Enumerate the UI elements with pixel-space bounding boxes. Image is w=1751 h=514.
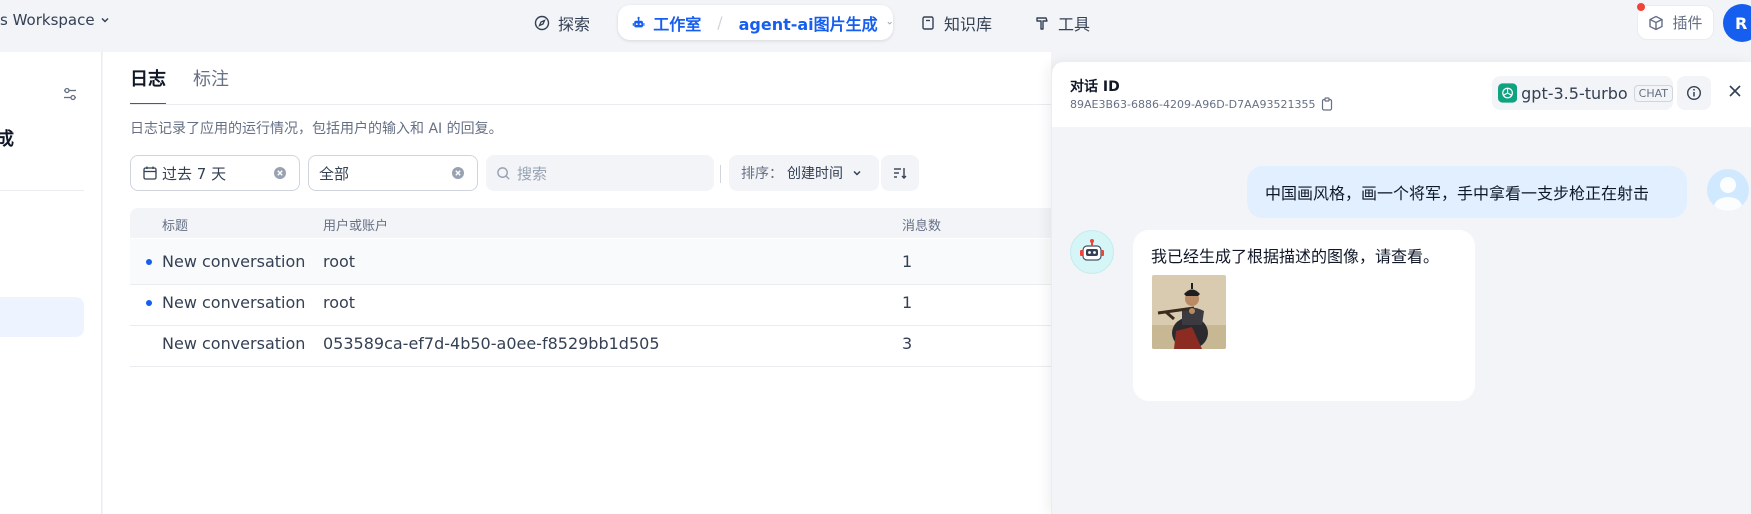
unread-dot <box>146 300 152 306</box>
bot-message: 我已经生成了根据描述的图像，请查看。 <box>1133 230 1475 401</box>
sort-select[interactable]: 排序： 创建时间 <box>729 155 879 191</box>
user-avatar[interactable]: R <box>1723 4 1751 42</box>
date-filter-value: 过去 7 天 <box>162 164 227 183</box>
plugin-label: 插件 <box>1672 14 1703 32</box>
book-icon <box>922 16 934 30</box>
unread-dot <box>146 259 152 265</box>
nav-knowledge[interactable]: 知识库 <box>920 8 992 38</box>
date-filter[interactable]: 过去 7 天 <box>130 155 300 191</box>
chat-area: 中国画风格，画一个将军，手中拿看一支步枪正在射击 我已经生成了根据描述的图像，请… <box>1052 127 1751 514</box>
bot-avatar-icon <box>1070 230 1114 274</box>
column-header-messages: 消息数 <box>902 219 942 234</box>
chevron-down-icon <box>101 17 109 23</box>
conversation-drawer: 对话 ID 89AE3B63-6886-4209-A96D-D7AA935213… <box>1051 62 1751 514</box>
tabs: 日志 标注 <box>130 52 229 105</box>
info-icon <box>1686 85 1702 101</box>
column-header-title: 标题 <box>162 219 189 234</box>
row-message-count: 1 <box>902 293 913 312</box>
robot-icon <box>632 16 645 27</box>
search-input[interactable]: 搜索 <box>486 155 714 191</box>
cube-icon <box>1649 15 1664 30</box>
sidebar-item-logs[interactable] <box>0 297 84 337</box>
row-title: New conversation <box>162 334 306 353</box>
row-user: root <box>323 252 356 271</box>
generated-image[interactable] <box>1152 275 1226 349</box>
clear-icon[interactable] <box>273 166 287 180</box>
sort-label: 排序： <box>741 166 783 182</box>
calendar-icon <box>143 166 157 180</box>
sort-direction-button[interactable] <box>881 155 919 191</box>
status-filter-value: 全部 <box>319 164 350 183</box>
conversation-id-value: 89AE3B63-6886-4209-A96D-D7AA93521355 <box>1070 97 1316 111</box>
row-user: 053589ca-ef7d-4b50-a0ee-f8529bb1d505 <box>323 334 660 353</box>
search-icon <box>497 166 510 180</box>
row-title: New conversation <box>162 293 306 312</box>
chevron-down-icon[interactable] <box>886 18 893 28</box>
row-user: root <box>323 293 356 312</box>
conversation-id: 89AE3B63-6886-4209-A96D-D7AA93521355 <box>1070 97 1333 111</box>
bot-message-text: 我已经生成了根据描述的图像，请查看。 <box>1151 247 1440 266</box>
status-filter[interactable]: 全部 <box>308 155 478 191</box>
nav-tools[interactable]: 工具 <box>1034 8 1090 38</box>
top-bar: s Workspace 探索 工作室 / agent-ai图片生成 知识库 工具… <box>0 0 1751 46</box>
app-sidebar: 成 <box>0 52 102 514</box>
sort-descending-icon <box>894 168 907 179</box>
nav-explore[interactable]: 探索 <box>534 8 590 38</box>
current-app-name[interactable]: agent-ai图片生成 <box>739 11 878 35</box>
table-row[interactable]: New conversation 053589ca-ef7d-4b50-a0ee… <box>130 321 1051 367</box>
tab-logs[interactable]: 日志 <box>130 52 166 105</box>
clear-icon[interactable] <box>451 166 465 180</box>
chevron-down-icon <box>853 170 861 176</box>
nav-explore-label: 探索 <box>558 15 591 34</box>
hammer-icon <box>1036 17 1048 30</box>
user-message: 中国画风格，画一个将军，手中拿看一支步枪正在射击 <box>1247 166 1687 218</box>
nav-studio[interactable]: 工作室 / agent-ai图片生成 <box>618 5 893 40</box>
plugin-button[interactable]: 插件 <box>1637 5 1714 40</box>
tabs-divider <box>130 104 1051 105</box>
model-info-button[interactable] <box>1677 76 1711 110</box>
column-header-user: 用户或账户 <box>323 219 389 234</box>
workspace-switcher[interactable]: s Workspace <box>0 11 111 29</box>
user-message-text: 中国画风格，画一个将军，手中拿看一支步枪正在射击 <box>1265 184 1650 203</box>
nav-studio-label: 工作室 <box>653 14 702 34</box>
copy-icon[interactable] <box>1321 97 1333 111</box>
drawer-title: 对话 ID <box>1070 79 1120 95</box>
tab-annotations[interactable]: 标注 <box>193 52 229 104</box>
row-message-count: 3 <box>902 334 913 353</box>
table-header: 标题 用户或账户 消息数 <box>130 208 1051 238</box>
app-title-fragment: 成 <box>0 129 14 150</box>
row-title: New conversation <box>162 252 306 271</box>
table-row[interactable]: New conversation root 1 <box>130 239 1051 285</box>
model-name: gpt-3.5-turbo <box>1521 83 1628 103</box>
workspace-name: s Workspace <box>0 11 95 29</box>
sidebar-toggle-icon[interactable] <box>62 86 78 102</box>
compass-icon <box>534 15 550 31</box>
model-mode-badge: CHAT <box>1633 84 1673 102</box>
page-description: 日志记录了应用的运行情况，包括用户的输入和 AI 的回复。 <box>130 121 503 137</box>
close-icon[interactable] <box>1728 84 1742 98</box>
search-placeholder: 搜索 <box>517 164 548 183</box>
row-message-count: 1 <box>902 252 913 271</box>
nav-tools-label: 工具 <box>1058 15 1091 34</box>
nav-separator: / <box>717 13 723 32</box>
logs-panel: 日志 标注 日志记录了应用的运行情况，包括用户的输入和 AI 的回复。 过去 7… <box>103 52 1051 514</box>
sidebar-divider <box>0 190 84 191</box>
nav-knowledge-label: 知识库 <box>944 15 993 34</box>
user-avatar-icon <box>1707 169 1749 211</box>
openai-icon <box>1498 83 1518 103</box>
avatar-letter: R <box>1735 13 1748 33</box>
filter-divider <box>720 165 721 183</box>
notification-dot <box>1637 3 1645 11</box>
table-row[interactable]: New conversation root 1 <box>130 280 1051 326</box>
model-selector[interactable]: gpt-3.5-turbo CHAT <box>1492 76 1673 110</box>
sort-value: 创建时间 <box>787 166 843 182</box>
